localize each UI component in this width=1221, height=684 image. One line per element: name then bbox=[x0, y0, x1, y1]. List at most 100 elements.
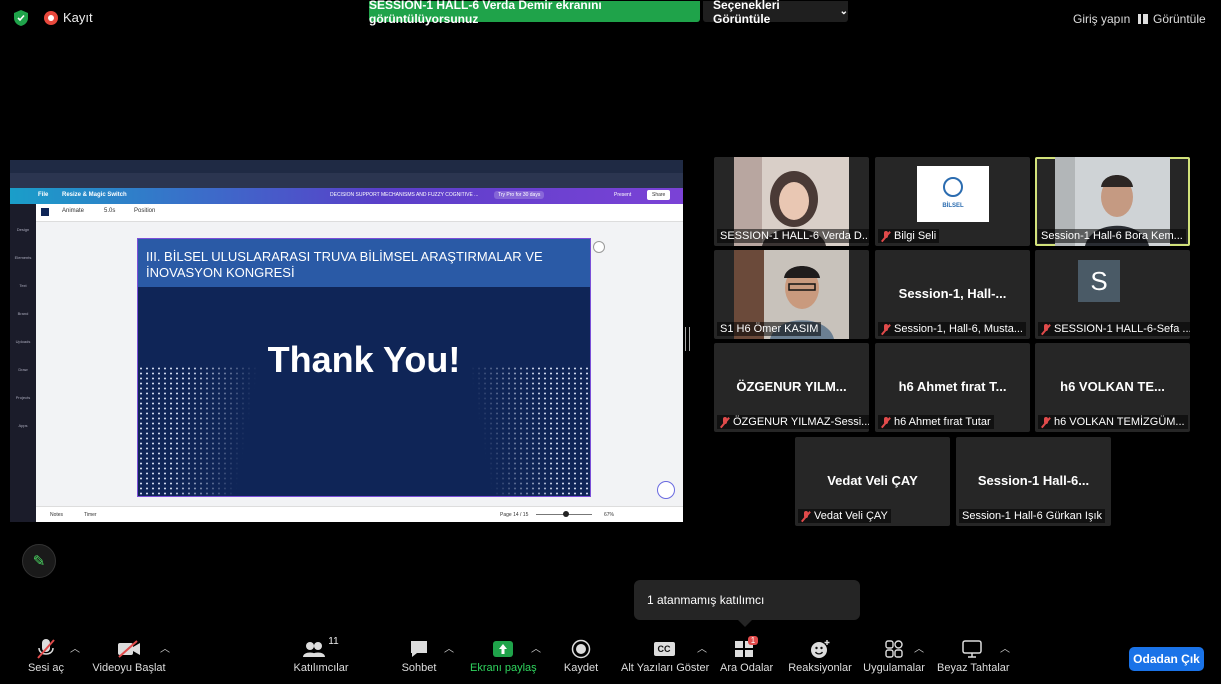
whiteboard-icon bbox=[937, 636, 1007, 662]
muted-mic-icon bbox=[1041, 416, 1051, 428]
participant-display-name: Session-1, Hall-... bbox=[898, 286, 1007, 301]
participants-count: 11 bbox=[328, 636, 339, 647]
apps-options-caret[interactable]: ︿ bbox=[914, 640, 924, 655]
popup-text: 1 atanmamış katılımcı bbox=[647, 593, 765, 607]
video-tile[interactable]: Vedat Veli ÇAY Vedat Veli ÇAY bbox=[795, 437, 950, 526]
audio-options-caret[interactable]: ︿ bbox=[70, 640, 80, 655]
canva-sidebar-elements: Elements bbox=[14, 255, 32, 260]
chat-icon bbox=[399, 636, 439, 662]
refresh-icon bbox=[593, 241, 605, 253]
duration-button: 5.0s bbox=[104, 208, 116, 214]
video-tile[interactable]: BİLSEL Bilgi Seli bbox=[875, 157, 1030, 246]
whiteboards-button[interactable]: Beyaz Tahtalar bbox=[937, 636, 1010, 674]
leave-meeting-button[interactable]: Odadan Çık bbox=[1129, 647, 1204, 671]
participant-display-name: Vedat Veli ÇAY bbox=[827, 473, 918, 488]
muted-mic-icon bbox=[881, 230, 891, 242]
video-options-caret[interactable]: ︿ bbox=[160, 640, 170, 655]
muted-mic-icon bbox=[720, 416, 730, 428]
gallery-view-icon bbox=[1138, 14, 1148, 24]
presentation-slide: III. BİLSEL ULUSLARARASI TRUVA BİLİMSEL … bbox=[137, 238, 591, 497]
start-video-button[interactable]: Videoyu Başlat bbox=[92, 636, 166, 674]
share-screen-icon bbox=[470, 636, 536, 662]
canva-toolbar: Animate 5.0s Position bbox=[36, 204, 683, 222]
captions-options-caret[interactable]: ︿ bbox=[697, 640, 707, 655]
participant-display-name: h6 Ahmet fırat T... bbox=[898, 379, 1007, 394]
reactions-label: Reaksiyonlar bbox=[788, 662, 852, 674]
participants-label: Katılımcılar bbox=[293, 662, 349, 674]
chat-button[interactable]: Sohbet bbox=[399, 636, 439, 674]
canva-sidebar-projects: Projects bbox=[15, 395, 31, 400]
record-icon bbox=[560, 636, 602, 662]
zoom-slider-thumb bbox=[563, 511, 569, 517]
share-options-caret[interactable]: ︿ bbox=[531, 640, 541, 655]
show-captions-button[interactable]: CC Alt Yazıları Göster bbox=[621, 636, 710, 674]
video-tile[interactable]: SESSION-1 HALL-6 Verda D... bbox=[714, 157, 869, 246]
participant-name: h6 Ahmet fırat Tutar bbox=[878, 415, 994, 429]
security-shield-icon[interactable] bbox=[14, 10, 28, 26]
video-tile-active-speaker[interactable]: Session-1 Hall-6 Bora Kem... bbox=[1035, 157, 1190, 246]
position-button: Position bbox=[134, 208, 156, 214]
view-options-label: Seçenekleri Görüntüle bbox=[713, 0, 780, 26]
breakout-rooms-icon: 1 bbox=[720, 636, 772, 662]
video-tile[interactable]: ÖZGENUR YILM... ÖZGENUR YILMAZ-Sessi... bbox=[714, 343, 869, 432]
participant-name: Bilgi Seli bbox=[878, 229, 940, 243]
participants-button[interactable]: 11 Katılımcılar bbox=[292, 636, 350, 674]
slide-title: III. BİLSEL ULUSLARARASI TRUVA BİLİMSEL … bbox=[146, 249, 543, 280]
bilsel-logo: BİLSEL bbox=[917, 166, 989, 222]
video-tile[interactable]: h6 VOLKAN TE... h6 VOLKAN TEMİZGÜM... bbox=[1035, 343, 1190, 432]
canva-file-menu: File bbox=[38, 192, 49, 198]
video-tile[interactable]: h6 Ahmet fırat T... h6 Ahmet fırat Tutar bbox=[875, 343, 1030, 432]
sign-in-link[interactable]: Giriş yapın bbox=[1073, 12, 1130, 26]
video-tile[interactable]: Session-1 Hall-6... Session-1 Hall-6 Gür… bbox=[956, 437, 1111, 526]
video-tile[interactable]: S1 H6 Ömer KASIM bbox=[714, 250, 869, 339]
canva-sidebar: Design Elements Text Brand Uploads Draw … bbox=[10, 204, 36, 522]
unmute-button[interactable]: Sesi aç bbox=[26, 636, 66, 674]
shared-screen[interactable]: File Resize & Magic Switch DECISION SUPP… bbox=[10, 160, 683, 522]
reactions-button[interactable]: Reaksiyonlar bbox=[788, 636, 852, 674]
show-captions-label: Alt Yazıları Göster bbox=[621, 662, 710, 674]
timer-button: Timer bbox=[84, 512, 97, 518]
recording-icon bbox=[44, 11, 58, 25]
avatar: S bbox=[1078, 260, 1120, 302]
share-screen-button[interactable]: Ekranı paylaş bbox=[470, 636, 537, 674]
whiteboards-options-caret[interactable]: ︿ bbox=[1000, 640, 1010, 655]
participants-icon: 11 bbox=[292, 636, 350, 662]
canva-present-button: Present bbox=[614, 192, 632, 198]
browser-tab-strip bbox=[10, 160, 683, 173]
view-options-button[interactable]: Seçenekleri Görüntüle ⌄ bbox=[703, 0, 848, 26]
chat-options-caret[interactable]: ︿ bbox=[444, 640, 454, 655]
mic-muted-icon bbox=[26, 636, 66, 662]
slide-thank-you: Thank You! bbox=[267, 339, 461, 380]
notes-button: Notes bbox=[50, 512, 64, 518]
resize-splitter[interactable] bbox=[685, 327, 690, 351]
view-button-label: Görüntüle bbox=[1153, 12, 1206, 26]
participant-name: Session-1 Hall-6 Gürkan Işık bbox=[959, 509, 1105, 523]
whiteboards-label: Beyaz Tahtalar bbox=[937, 662, 1010, 674]
breakout-rooms-label: Ara Odalar bbox=[720, 662, 774, 674]
apps-label: Uygulamalar bbox=[863, 662, 925, 674]
captions-icon: CC bbox=[621, 636, 707, 662]
muted-mic-icon bbox=[881, 416, 891, 428]
breakout-badge: 1 bbox=[747, 636, 759, 645]
annotate-pencil-icon[interactable]: ✎ bbox=[22, 544, 56, 578]
color-swatch bbox=[41, 208, 49, 216]
animate-button: Animate bbox=[62, 208, 85, 214]
slide-dot-pattern-left bbox=[138, 366, 288, 496]
participant-name: Session-1 Hall-6 Bora Kem... bbox=[1038, 229, 1186, 243]
chevron-down-icon: ⌄ bbox=[839, 6, 848, 17]
canva-header-bar: File Resize & Magic Switch DECISION SUPP… bbox=[10, 188, 683, 204]
canva-share-button: Share bbox=[647, 190, 671, 200]
record-button[interactable]: Kaydet bbox=[560, 636, 602, 674]
browser-address-bar bbox=[10, 173, 683, 188]
participant-name: SESSION-1 HALL-6 Verda D... bbox=[717, 229, 869, 243]
breakout-rooms-button[interactable]: 1 Ara Odalar bbox=[720, 636, 774, 674]
canva-sidebar-text: Text bbox=[19, 283, 27, 288]
video-tile[interactable]: S SESSION-1 HALL-6-Sefa ... bbox=[1035, 250, 1190, 339]
view-button[interactable]: Görüntüle bbox=[1138, 12, 1206, 26]
video-tile[interactable]: Session-1, Hall-... Session-1, Hall-6, M… bbox=[875, 250, 1030, 339]
canva-footer: Notes Timer Page 14 / 15 67% bbox=[36, 506, 683, 522]
share-screen-label: Ekranı paylaş bbox=[470, 662, 537, 674]
screen-share-banner: SESSION-1 HALL-6 Verda Demir ekranını gö… bbox=[369, 0, 700, 26]
canva-sidebar-brand: Brand bbox=[17, 311, 29, 316]
participant-name: Vedat Veli ÇAY bbox=[798, 509, 891, 523]
